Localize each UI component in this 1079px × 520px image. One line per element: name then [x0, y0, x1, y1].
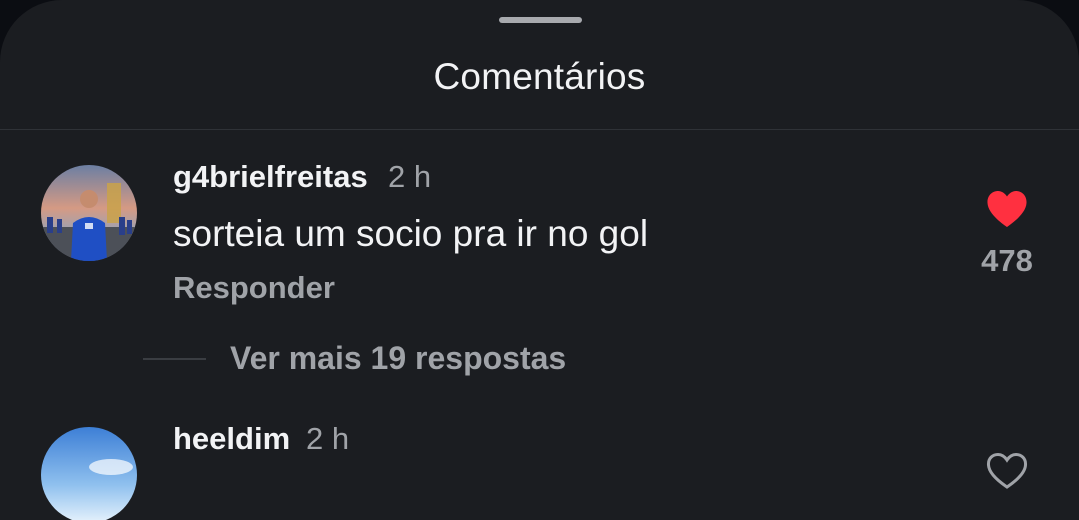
avatar[interactable] [41, 165, 137, 261]
avatar[interactable] [41, 427, 137, 520]
comment-time: 2 h [388, 159, 432, 194]
comment-username[interactable]: heeldim [173, 421, 290, 457]
comments-sheet: Comentários g4brielfreitas 2 h sorteia u… [0, 0, 1079, 520]
like-count: 478 [981, 243, 1033, 278]
heart-outline-icon[interactable] [986, 452, 1028, 490]
reply-button[interactable]: Responder [173, 270, 335, 306]
replies-line [143, 358, 206, 360]
comment-username[interactable]: g4brielfreitas [173, 159, 368, 195]
comment-text: sorteia um socio pra ir no gol [173, 213, 649, 254]
header-divider [0, 129, 1079, 130]
comment-time: 2 h [306, 421, 350, 456]
sheet-title: Comentários [433, 56, 646, 97]
drag-handle[interactable] [499, 17, 582, 23]
heart-icon[interactable] [986, 190, 1028, 228]
view-more-replies-button[interactable]: Ver mais 19 respostas [230, 340, 566, 377]
